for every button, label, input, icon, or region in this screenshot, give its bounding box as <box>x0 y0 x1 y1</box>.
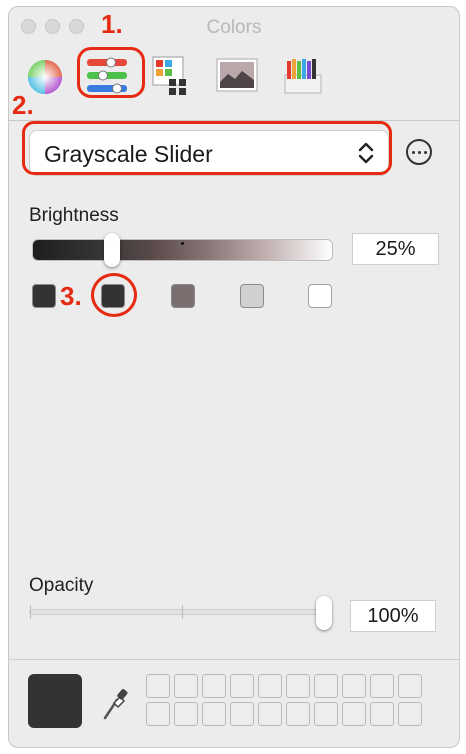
pencils-tab[interactable] <box>281 53 325 97</box>
favorite-swatch-slot[interactable] <box>146 674 170 698</box>
favorite-swatch-slot[interactable] <box>398 674 422 698</box>
window-title: Colors <box>206 17 262 38</box>
favorite-swatch-slot[interactable] <box>258 674 282 698</box>
title-bar: Colors <box>9 7 459 47</box>
favorite-swatch-slot[interactable] <box>342 702 366 726</box>
favorite-swatch-slot[interactable] <box>398 702 422 726</box>
favorite-swatch-slot[interactable] <box>286 674 310 698</box>
image-palettes-icon <box>216 58 258 92</box>
preset-swatch[interactable] <box>32 284 56 308</box>
favorite-swatch-slot[interactable] <box>314 674 338 698</box>
favorite-swatch-slot[interactable] <box>342 674 366 698</box>
annotation-step-2: 2. <box>12 90 34 120</box>
eyedropper-button[interactable] <box>101 682 129 722</box>
opacity-tick <box>182 605 183 619</box>
annotation-step-1: 1. <box>101 9 123 39</box>
favorite-swatch-slot[interactable] <box>230 674 254 698</box>
favorite-swatch-slot[interactable] <box>174 674 198 698</box>
color-palettes-icon <box>152 56 186 95</box>
favorite-swatch-slot[interactable] <box>202 702 226 726</box>
opacity-slider-knob[interactable] <box>316 596 332 630</box>
preset-swatch[interactable] <box>308 284 332 308</box>
current-color-well[interactable] <box>28 674 82 728</box>
annotation-ring-3 <box>91 273 137 317</box>
favorite-swatch-slot[interactable] <box>370 702 394 726</box>
eyedropper-icon <box>103 689 128 720</box>
color-palettes-tab[interactable] <box>149 53 193 97</box>
annotation-ring-1 <box>77 47 145 98</box>
favorite-swatch-slot[interactable] <box>370 674 394 698</box>
annotation-step-3: 3. <box>60 281 82 311</box>
annotation-ring-2 <box>22 121 392 175</box>
more-options-button[interactable] <box>406 139 432 165</box>
brightness-label: Brightness <box>29 205 119 226</box>
bottom-divider <box>9 659 459 660</box>
favorite-swatch-slot[interactable] <box>174 702 198 726</box>
colors-window: Colors Grayscale Slider Brightness 25% O… <box>8 6 460 748</box>
opacity-tick <box>30 605 31 619</box>
favorite-swatch-slot[interactable] <box>258 702 282 726</box>
brightness-slider-knob[interactable] <box>104 233 120 267</box>
favorite-swatch-slot[interactable] <box>314 702 338 726</box>
pencils-icon <box>284 59 322 94</box>
opacity-slider[interactable] <box>29 596 332 630</box>
brightness-value-field[interactable]: 25% <box>352 233 439 265</box>
opacity-value-field[interactable]: 100% <box>350 600 436 632</box>
favorite-swatch-slot[interactable] <box>286 702 310 726</box>
opacity-label: Opacity <box>29 575 94 596</box>
default-marker <box>181 242 184 245</box>
preset-swatch[interactable] <box>240 284 264 308</box>
favorite-swatch-slot[interactable] <box>146 702 170 726</box>
brightness-slider[interactable] <box>32 233 333 267</box>
image-palettes-tab[interactable] <box>215 53 259 97</box>
favorite-swatch-slot[interactable] <box>202 674 226 698</box>
favorite-swatches-grid <box>146 674 422 728</box>
favorite-swatch-slot[interactable] <box>230 702 254 726</box>
preset-swatch[interactable] <box>171 284 195 308</box>
